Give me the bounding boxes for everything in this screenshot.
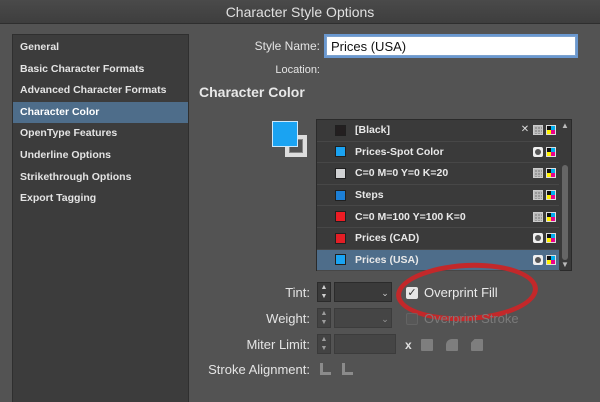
swatch-chip xyxy=(335,254,346,266)
process-icon xyxy=(533,125,543,136)
swatch-name: Steps xyxy=(355,189,384,202)
align-inside-icon[interactable] xyxy=(342,363,353,375)
swatch-name: [Black] xyxy=(355,124,391,137)
style-name-input[interactable] xyxy=(326,36,576,56)
tint-combo[interactable]: ⌄ xyxy=(334,282,392,302)
sidebar-item-basic-character-formats[interactable]: Basic Character Formats xyxy=(13,59,188,81)
overprint-stroke-label: Overprint Stroke xyxy=(424,311,519,326)
swatch-row[interactable]: Steps xyxy=(317,185,560,207)
weight-stepper[interactable]: ▲ ▼ xyxy=(317,308,331,328)
cmyk-icon xyxy=(546,190,556,201)
miter-limit-label: Miter Limit: xyxy=(246,337,310,352)
tint-stepper[interactable]: ▲ ▼ xyxy=(317,282,331,302)
location-label: Location: xyxy=(275,64,320,76)
swatch-name: Prices-Spot Color xyxy=(355,145,444,158)
miter-input[interactable] xyxy=(334,334,396,354)
swatch-chip xyxy=(335,146,346,158)
fill-stroke-proxy[interactable] xyxy=(272,121,316,165)
overprint-stroke-checkbox[interactable] xyxy=(406,313,418,325)
scroll-up-icon[interactable]: ▲ xyxy=(560,121,570,130)
cmyk-icon xyxy=(546,254,556,265)
sidebar-item-opentype-features[interactable]: OpenType Features xyxy=(13,123,188,145)
sidebar-item-underline-options[interactable]: Underline Options xyxy=(13,145,188,167)
chevron-down-icon[interactable]: ⌄ xyxy=(378,283,392,303)
stroke-alignment-label: Stroke Alignment: xyxy=(208,362,310,377)
sidebar-item-strikethrough-options[interactable]: Strikethrough Options xyxy=(13,167,188,189)
swatch-chip xyxy=(335,124,346,136)
scroll-thumb[interactable] xyxy=(562,165,568,260)
no-edit-icon: ✕ xyxy=(520,124,530,136)
swatch-chip xyxy=(335,189,346,201)
swatch-row[interactable]: Prices (CAD) xyxy=(317,228,560,250)
weight-label: Weight: xyxy=(266,311,310,326)
spot-icon xyxy=(533,233,543,244)
chevron-down-icon[interactable]: ⌄ xyxy=(378,309,392,329)
bevel-join-icon[interactable] xyxy=(471,339,483,351)
window-title: Character Style Options xyxy=(0,0,600,24)
swatch-list[interactable]: [Black] ✕ Prices-Spot Color C=0 M=0 Y=0 … xyxy=(316,119,572,272)
cmyk-icon xyxy=(546,168,556,179)
swatch-row[interactable]: C=0 M=100 Y=100 K=0 xyxy=(317,206,560,228)
miter-join-icon[interactable] xyxy=(421,339,433,351)
tint-label: Tint: xyxy=(285,285,310,300)
swatch-name: Prices (CAD) xyxy=(355,232,420,245)
sidebar-item-character-color[interactable]: Character Color xyxy=(13,101,188,124)
fill-swatch-proxy[interactable] xyxy=(272,121,298,147)
swatch-row[interactable]: C=0 M=0 Y=0 K=20 xyxy=(317,163,560,185)
spot-icon xyxy=(533,254,543,265)
weight-combo[interactable]: ⌄ xyxy=(334,308,392,328)
swatch-chip xyxy=(335,211,346,223)
swatch-name: C=0 M=0 Y=0 K=20 xyxy=(355,167,449,180)
spot-icon xyxy=(533,146,543,157)
sidebar-item-general[interactable]: General xyxy=(13,37,188,59)
process-icon xyxy=(533,211,543,222)
miter-stepper[interactable]: ▲ ▼ xyxy=(317,334,331,354)
swatch-name: Prices (USA) xyxy=(355,253,419,266)
style-name-label: Style Name: xyxy=(254,39,320,53)
cmyk-icon xyxy=(546,125,556,136)
process-icon xyxy=(533,190,543,201)
cmyk-icon xyxy=(546,146,556,157)
swatch-row[interactable]: [Black] ✕ xyxy=(317,120,560,142)
swatch-row[interactable]: Prices-Spot Color xyxy=(317,142,560,164)
cmyk-icon xyxy=(546,211,556,222)
round-join-icon[interactable] xyxy=(446,339,458,351)
swatch-chip xyxy=(335,167,346,179)
swatch-list-scrollbar[interactable]: ▲ ▼ xyxy=(559,120,571,270)
swatch-name: C=0 M=100 Y=100 K=0 xyxy=(355,210,466,223)
sidebar: General Basic Character Formats Advanced… xyxy=(12,34,189,402)
miter-x-label: x xyxy=(405,338,412,352)
swatch-chip xyxy=(335,232,346,244)
section-heading: Character Color xyxy=(199,84,305,100)
sidebar-item-advanced-character-formats[interactable]: Advanced Character Formats xyxy=(13,80,188,102)
align-center-icon[interactable] xyxy=(320,363,331,375)
cmyk-icon xyxy=(546,233,556,244)
process-icon xyxy=(533,168,543,179)
sidebar-item-export-tagging[interactable]: Export Tagging xyxy=(13,188,188,210)
scroll-down-icon[interactable]: ▼ xyxy=(560,260,570,269)
